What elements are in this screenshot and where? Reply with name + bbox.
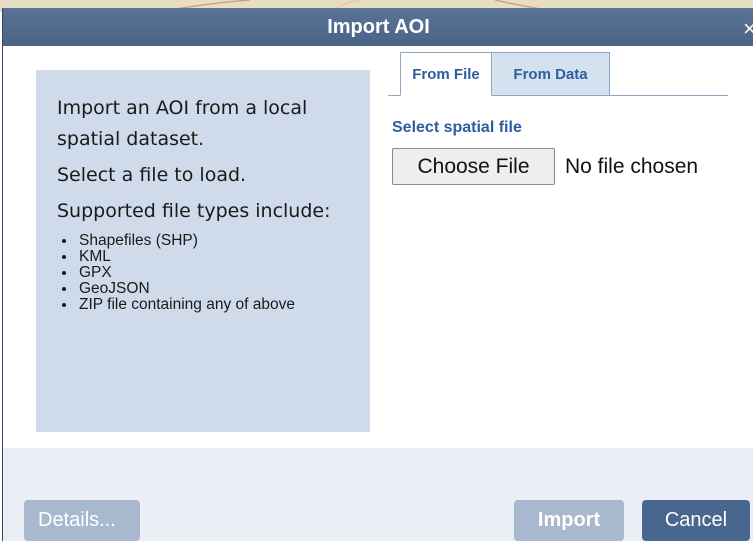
info-panel: Import an AOI from a local spatial datas… [36, 70, 370, 432]
file-status-text: No file chosen [565, 155, 699, 178]
file-type-list: Shapefiles (SHP) KML GPX GeoJSON ZIP fil… [77, 233, 350, 313]
close-icon[interactable]: × [743, 8, 753, 46]
cancel-button[interactable]: Cancel [642, 500, 750, 541]
file-type-item: ZIP file containing any of above [77, 297, 350, 313]
info-intro: Import an AOI from a local spatial datas… [57, 97, 308, 150]
file-type-item: KML [77, 249, 350, 265]
choose-file-button[interactable]: Choose File [392, 148, 555, 185]
select-file-label: Select spatial file [392, 119, 522, 136]
import-source-tabs: From File From Data [388, 52, 728, 96]
import-button[interactable]: Import [514, 500, 624, 541]
file-type-item: GeoJSON [77, 281, 350, 297]
file-type-item: Shapefiles (SHP) [77, 233, 350, 249]
info-instruction: Select a file to load. [57, 164, 247, 186]
dialog-titlebar: Import AOI × [3, 8, 753, 46]
file-type-item: GPX [77, 265, 350, 281]
info-supported-heading: Supported file types include: [57, 200, 331, 222]
tab-from-data[interactable]: From Data [492, 52, 610, 96]
dialog-title: Import AOI [327, 16, 430, 38]
import-aoi-dialog: Import AOI × Import an AOI from a local … [2, 8, 753, 541]
tab-from-file[interactable]: From File [400, 52, 492, 96]
details-button[interactable]: Details... [24, 500, 140, 541]
